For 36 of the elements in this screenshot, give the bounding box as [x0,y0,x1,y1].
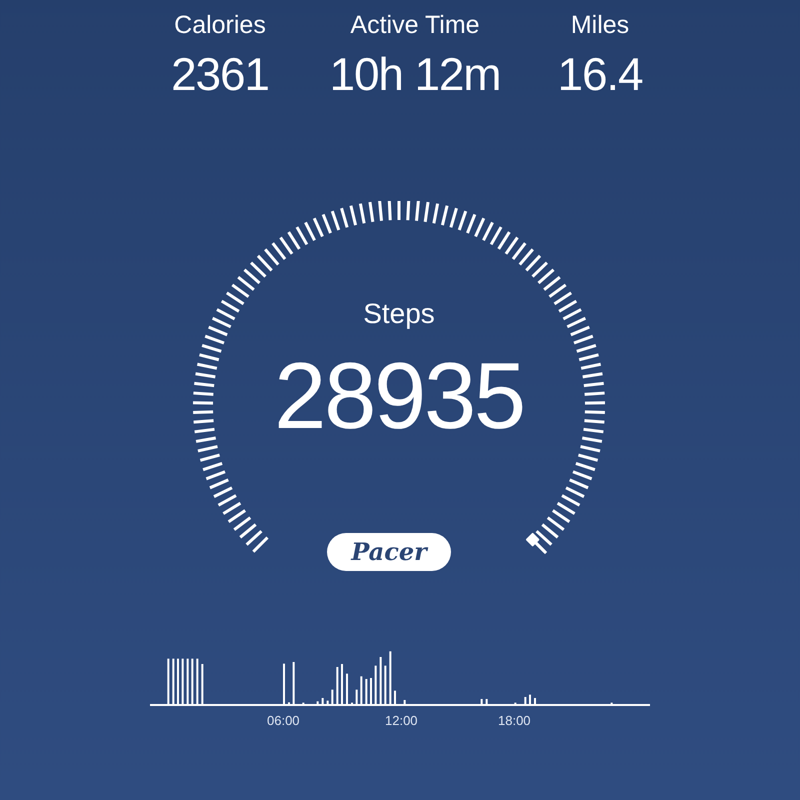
stat-value: 10h 12m [330,47,500,102]
pacer-logo: Pacer [327,533,451,571]
activity-bar [201,664,204,704]
activity-bar [167,658,170,704]
activity-bar [384,666,386,704]
stat-value: 16.4 [558,47,642,102]
activity-bar [322,698,324,704]
activity-bar [196,658,198,704]
stat-value: 2361 [171,47,269,102]
activity-bar [404,700,406,704]
time-axis-label: 06:00 [267,712,300,730]
activity-bar [480,699,483,704]
steps-label: Steps [363,298,435,330]
stat-label: Active Time [350,10,480,40]
activity-bar [524,697,526,704]
activity-bar [336,667,338,704]
activity-bar [380,657,382,704]
activity-bar [326,700,329,704]
activity-bar [356,690,358,704]
activity-bar [389,651,392,704]
time-axis-label: 12:00 [385,712,418,730]
time-axis-label: 18:00 [498,712,531,730]
activity-bar [486,699,488,704]
stat-label: Calories [174,10,266,40]
stat-label: Miles [570,10,630,40]
activity-bar [191,658,194,704]
activity-bar [374,666,377,704]
activity-bar [331,690,334,704]
activity-bar [360,676,362,704]
activity-bar [292,662,295,704]
activity-bar [186,658,189,704]
steps-count: 28935 [274,346,524,446]
activity-bar [316,701,319,704]
activity-bar [365,679,368,704]
activity-bar [172,658,174,704]
activity-bar [182,658,184,704]
